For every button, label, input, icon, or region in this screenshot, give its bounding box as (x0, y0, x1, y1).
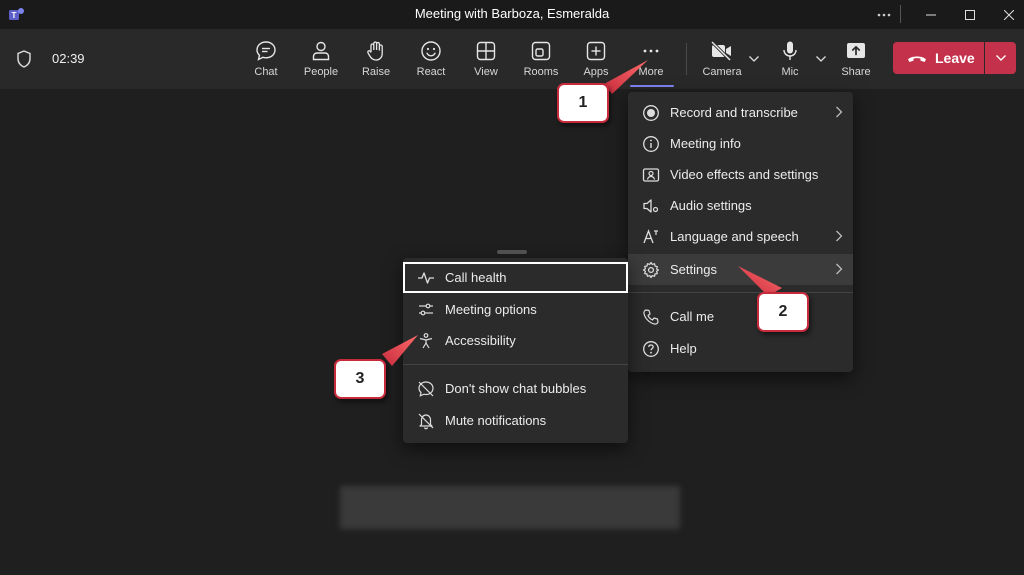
raise-label: Raise (361, 66, 391, 78)
menu-divider (628, 292, 853, 293)
menu-item-language-and-speech[interactable]: Language and speech (628, 221, 853, 252)
menu-item-help[interactable]: Help (628, 333, 853, 364)
leave-label: Leave (935, 50, 975, 66)
more-label: More (638, 66, 664, 78)
hang-up-icon (908, 56, 926, 62)
blurred-caption-bar (340, 486, 680, 529)
react-label: React (416, 66, 446, 78)
sliders-icon (415, 299, 437, 321)
menu-item-meeting-options[interactable]: Meeting options (403, 294, 628, 325)
mic-button[interactable]: Mic (765, 37, 815, 83)
menu-item-dont-show-chat-bubbles[interactable]: Don't show chat bubbles (403, 373, 628, 404)
chat-icon (256, 41, 276, 61)
menu-item-label: Video effects and settings (670, 167, 819, 182)
rooms-icon (531, 41, 551, 61)
bell-off-icon (415, 410, 437, 432)
chevron-right-icon (836, 263, 843, 275)
accessibility-icon (415, 330, 437, 352)
menu-item-label: Language and speech (670, 229, 799, 244)
gear-icon (640, 259, 662, 281)
more-menu: Record and transcribe Meeting info Video… (628, 92, 853, 372)
callout-2: 2 (757, 292, 809, 332)
smiley-icon (421, 41, 441, 61)
menu-item-call-me[interactable]: Call me (628, 301, 853, 332)
rooms-button[interactable]: Rooms (516, 37, 566, 83)
menu-item-label: Record and transcribe (670, 105, 798, 120)
menu-item-accessibility[interactable]: Accessibility (403, 325, 628, 356)
menu-item-label: Settings (670, 262, 717, 277)
meeting-timer: 02:39 (52, 51, 85, 66)
microphone-icon (783, 41, 797, 60)
menu-item-meeting-info[interactable]: Meeting info (628, 128, 853, 159)
menu-item-call-health[interactable]: Call health (403, 262, 628, 293)
callout-3: 3 (334, 359, 386, 399)
menu-item-label: Accessibility (445, 333, 516, 348)
share-label: Share (841, 66, 871, 78)
mic-options-chevron-icon[interactable] (815, 55, 827, 63)
chat-label: Chat (254, 66, 278, 78)
phone-icon (640, 306, 662, 328)
chat-button[interactable]: Chat (241, 37, 291, 83)
leave-options-button[interactable] (985, 42, 1016, 74)
grid-view-icon (476, 41, 496, 61)
leave-button[interactable]: Leave (893, 42, 984, 74)
people-icon (312, 41, 330, 61)
menu-item-label: Call me (670, 309, 715, 324)
add-app-icon (586, 41, 606, 61)
view-label: View (474, 66, 498, 78)
more-button[interactable]: More (626, 37, 676, 83)
callout-1: 1 (557, 83, 609, 123)
language-icon (640, 226, 662, 248)
help-icon (640, 338, 662, 360)
chevron-down-icon (995, 55, 1006, 61)
menu-item-label: Mute notifications (445, 413, 547, 428)
chevron-right-icon (836, 230, 843, 242)
video-effects-icon (640, 164, 662, 186)
mic-label: Mic (781, 66, 799, 78)
react-button[interactable]: React (406, 37, 456, 83)
menu-item-label: Help (670, 341, 697, 356)
menu-item-label: Audio settings (670, 198, 752, 213)
close-button[interactable] (986, 0, 1024, 29)
menu-item-mute-notifications[interactable]: Mute notifications (403, 405, 628, 436)
info-icon (640, 133, 662, 155)
camera-off-icon (710, 40, 732, 62)
camera-button[interactable]: Camera (697, 37, 747, 83)
share-screen-icon (847, 43, 865, 58)
camera-options-chevron-icon[interactable] (748, 55, 760, 63)
chevron-right-icon (836, 106, 843, 118)
apps-label: Apps (583, 66, 609, 78)
menu-item-label: Meeting options (445, 302, 537, 317)
title-divider (900, 5, 901, 23)
meeting-toolbar: 02:39 Chat People Raise React View Rooms… (0, 29, 1024, 89)
view-button[interactable]: View (461, 37, 511, 83)
rooms-label: Rooms (523, 66, 559, 78)
menu-item-video-effects[interactable]: Video effects and settings (628, 159, 853, 190)
speaker-settings-icon (640, 195, 662, 217)
ellipsis-icon (643, 49, 659, 53)
menu-item-settings[interactable]: Settings (628, 254, 853, 285)
title-bar: T Meeting with Barboza, Esmeralda (0, 0, 1024, 29)
record-icon (640, 102, 662, 124)
settings-submenu: Call health Meeting options Accessibilit… (403, 258, 628, 443)
camera-label: Camera (702, 66, 742, 78)
chat-off-icon (415, 378, 437, 400)
people-button[interactable]: People (296, 37, 346, 83)
participant-avatar-edge (497, 250, 527, 254)
menu-item-audio-settings[interactable]: Audio settings (628, 190, 853, 221)
hand-icon (367, 41, 383, 61)
more-active-indicator (630, 85, 674, 87)
shield-icon[interactable] (16, 50, 32, 68)
pulse-icon (415, 267, 437, 289)
menu-item-record-and-transcribe[interactable]: Record and transcribe (628, 97, 853, 128)
menu-divider (403, 364, 628, 365)
apps-button[interactable]: Apps (571, 37, 621, 83)
menu-item-label: Call health (445, 270, 507, 285)
people-label: People (303, 66, 339, 78)
menu-item-label: Meeting info (670, 136, 741, 151)
raise-hand-button[interactable]: Raise (351, 37, 401, 83)
toolbar-divider (686, 43, 687, 75)
menu-item-label: Don't show chat bubbles (445, 381, 587, 396)
share-button[interactable]: Share (831, 37, 881, 83)
